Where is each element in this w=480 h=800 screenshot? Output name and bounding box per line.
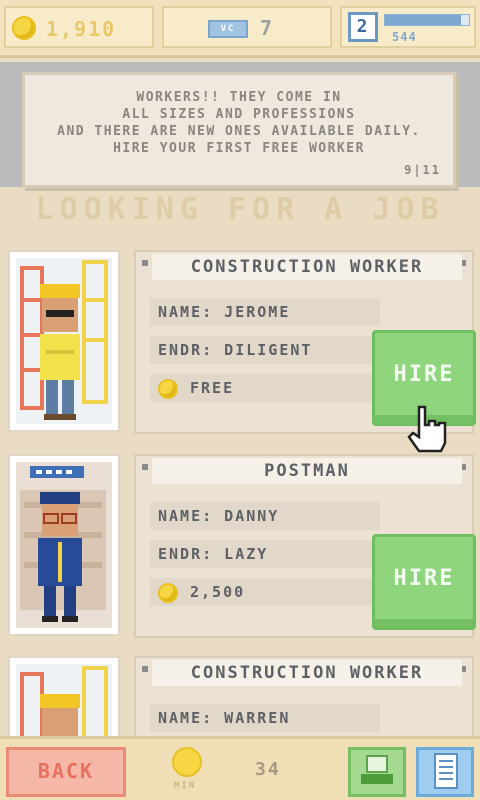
hire-price: 2,500 bbox=[150, 578, 380, 606]
level-badge: 2 bbox=[348, 12, 378, 42]
cash-icon bbox=[361, 755, 393, 784]
back-button[interactable]: BACK bbox=[6, 747, 126, 797]
worker-portrait bbox=[8, 250, 120, 432]
minimum-value: 34 bbox=[255, 759, 281, 780]
coins-counter: 1,910 bbox=[4, 6, 154, 48]
job-details-panel: POSTMAN NAME: DANNY ENDR: LAZY 2,500 HIR… bbox=[134, 454, 476, 638]
bottom-toolbar: BACK MIN 34 bbox=[0, 736, 480, 800]
tutorial-page-indicator: 9|11 bbox=[404, 163, 441, 177]
xp-value: 544 bbox=[392, 30, 417, 44]
job-title: CONSTRUCTION WORKER bbox=[152, 254, 462, 280]
page-title: LOOKING FOR A JOB bbox=[35, 192, 445, 227]
worker-name: NAME: WARREN bbox=[150, 704, 380, 732]
coin-icon bbox=[158, 378, 178, 399]
tutorial-dialog[interactable]: WORKERS!! THEY COME IN ALL SIZES AND PRO… bbox=[22, 72, 456, 188]
pointer-hand-icon bbox=[407, 405, 447, 453]
list-icon bbox=[434, 753, 458, 789]
worker-trait: ENDR: DILIGENT bbox=[150, 336, 380, 364]
minimum-label: MIN bbox=[174, 781, 197, 791]
worker-portrait bbox=[8, 656, 120, 736]
vc-card-icon: VC bbox=[208, 20, 248, 38]
top-status-bar: 1,910 VC 7 2 544 bbox=[0, 0, 480, 58]
level-indicator[interactable]: 2 544 bbox=[340, 6, 476, 48]
job-card: CONSTRUCTION WORKER NAME: WARREN bbox=[0, 652, 480, 736]
money-button[interactable] bbox=[348, 747, 406, 797]
tutorial-line: AND THERE ARE NEW ONES AVAILABLE DAILY. bbox=[57, 124, 421, 139]
tutorial-line: ALL SIZES AND PROFESSIONS bbox=[122, 107, 356, 122]
hire-price: FREE bbox=[150, 374, 380, 402]
hire-button[interactable]: HIRE bbox=[372, 534, 476, 630]
coin-icon bbox=[158, 582, 178, 603]
worker-name: NAME: DANNY bbox=[150, 502, 380, 530]
xp-progress-bar bbox=[384, 14, 470, 26]
xp-progress-fill bbox=[385, 15, 461, 25]
job-title: CONSTRUCTION WORKER bbox=[152, 660, 462, 686]
construction-worker-icon bbox=[20, 260, 108, 420]
workers-list-button[interactable] bbox=[416, 747, 474, 797]
worker-name: NAME: JEROME bbox=[150, 298, 380, 326]
coin-trophy-icon bbox=[172, 747, 202, 777]
construction-worker-icon bbox=[20, 666, 108, 736]
vc-counter: VC 7 bbox=[162, 6, 332, 48]
tutorial-line: HIRE YOUR FIRST FREE WORKER bbox=[113, 141, 365, 156]
worker-portrait bbox=[8, 454, 120, 636]
job-details-panel: CONSTRUCTION WORKER NAME: WARREN bbox=[134, 656, 474, 736]
coins-value: 1,910 bbox=[46, 17, 117, 41]
vc-value: 7 bbox=[260, 16, 275, 40]
worker-trait: ENDR: LAZY bbox=[150, 540, 380, 568]
tutorial-line: WORKERS!! THEY COME IN bbox=[136, 90, 342, 105]
job-title: POSTMAN bbox=[152, 458, 462, 484]
coin-icon bbox=[12, 16, 36, 40]
job-card: POSTMAN NAME: DANNY ENDR: LAZY 2,500 HIR… bbox=[0, 450, 480, 646]
postman-icon bbox=[20, 466, 106, 622]
